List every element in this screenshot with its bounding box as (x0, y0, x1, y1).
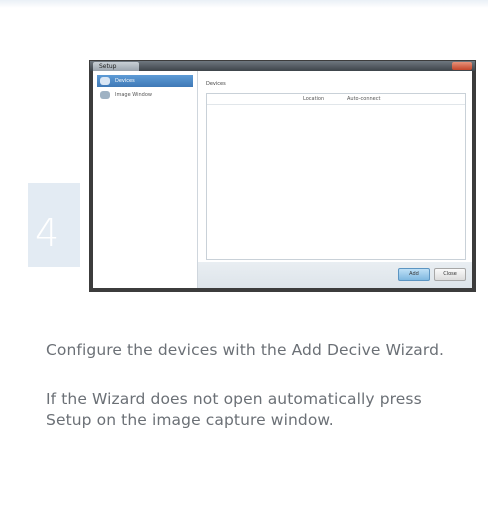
add-button[interactable]: Add (398, 268, 430, 281)
top-rule (0, 0, 488, 8)
sidebar-item-image-window[interactable]: Image Window (97, 89, 193, 101)
sidebar-item-label: Devices (115, 78, 135, 84)
setup-dialog-screenshot: Setup Devices Image Window Devices Locat… (89, 60, 476, 292)
dialog-title: Setup (93, 62, 139, 71)
devices-label: Devices (206, 81, 226, 87)
devices-list[interactable]: Location Auto-connect (206, 93, 466, 260)
step-badge: 4 (28, 183, 80, 267)
column-header-auto-connect[interactable]: Auto-connect (347, 96, 380, 102)
column-header-location[interactable]: Location (303, 96, 324, 102)
instruction-paragraph-2: If the Wizard does not open automaticall… (46, 390, 422, 429)
dialog-footer: Add Close (198, 262, 472, 288)
dialog-main: Devices Location Auto-connect Add Close (198, 71, 472, 288)
dialog-titlebar: Setup (90, 61, 475, 71)
devices-list-header: Location Auto-connect (207, 94, 465, 105)
close-button[interactable]: Close (434, 268, 466, 281)
image-window-icon (100, 91, 110, 99)
sidebar-item-label: Image Window (115, 92, 152, 98)
window-close-icon[interactable] (452, 62, 472, 70)
dialog-client: Devices Image Window Devices Location Au… (93, 71, 472, 288)
dialog-sidebar: Devices Image Window (93, 71, 198, 288)
instruction-paragraph-1: Configure the devices with the Add Deciv… (46, 341, 445, 359)
devices-icon (100, 77, 110, 85)
step-number: 4 (35, 211, 60, 255)
sidebar-item-devices[interactable]: Devices (97, 75, 193, 87)
